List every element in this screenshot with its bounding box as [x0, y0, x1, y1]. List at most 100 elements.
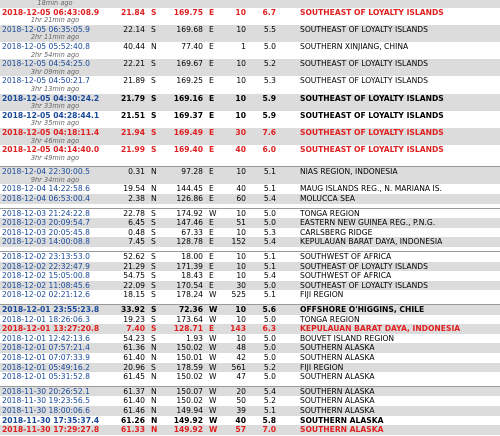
table-row[interactable]: 2018-11-30 19:23:56.5 61.40 N 150.02 W 50 5.2 S… [0, 396, 500, 406]
longitude: 178.59 [162, 362, 206, 373]
lon-hemisphere: E [206, 237, 220, 248]
event-datetime-link[interactable]: 2018-12-05 04:30:24.2 [0, 93, 110, 104]
event-datetime-link[interactable]: 2018-12-02 15:05:00.8 [0, 271, 110, 281]
event-datetime-link[interactable]: 2018-12-05 04:14:40.0 [0, 145, 110, 155]
table-row[interactable]: 2018-11-30 20:26:52.1 61.37 N 150.07 W 20 5.4 S… [0, 385, 500, 397]
event-datetime-link[interactable]: 2018-12-02 02:21:12.6 [0, 290, 110, 300]
event-datetime-link[interactable]: 2018-12-01 13:27:20.8 [0, 324, 110, 334]
event-datetime-link[interactable]: 2018-11-30 18:00:06.6 [0, 405, 110, 416]
table-row[interactable]: 2018-12-05 04:50:21.7 21.89 S 169.25 E 10 5.3 S… [0, 76, 500, 86]
table-row[interactable]: 2018-12-03 20:09:54.7 6.45 S 147.46 E 51 5.0 EA… [0, 218, 500, 228]
event-datetime-link[interactable]: 2018-12-04 06:53:00.4 [0, 194, 110, 204]
latitude: 61.36 [110, 343, 148, 353]
event-datetime-link[interactable]: 2018-11-30 19:23:56.5 [0, 396, 110, 406]
lat-hemisphere: S [148, 93, 162, 104]
table-row[interactable]: 2018-12-01 12:42:13.6 54.23 S 1.93 W 10 5.0 BOU… [0, 334, 500, 344]
time-ago-row: 3hr 49min ago [0, 155, 500, 163]
event-datetime-link[interactable]: 2018-12-05 06:43:08.9 [0, 8, 110, 18]
event-datetime-link[interactable]: 2018-12-02 23:13:53.0 [0, 251, 110, 262]
table-row[interactable]: 2018-12-01 07:57:21.4 61.36 N 150.02 W 48 5.0 S… [0, 343, 500, 353]
event-datetime-link[interactable]: 2018-12-01 07:07:33.9 [0, 353, 110, 363]
time-ago: 3hr 35min ago [30, 120, 80, 128]
magnitude: 5.1 [254, 251, 290, 262]
table-row[interactable]: 2018-12-01 18:26:06.3 19.23 S 173.64 W 10 5.0 T… [0, 315, 500, 325]
event-datetime-link[interactable]: 2018-12-01 05:31:52.8 [0, 372, 110, 382]
event-datetime-link[interactable]: 2018-12-01 23:55:23.8 [0, 303, 110, 315]
magnitude: 5.1 [263, 290, 276, 300]
latitude: 61.37 [110, 385, 148, 397]
table-row[interactable]: 2018-12-04 14:22:58.6 19.54 N 144.45 E 40 5.1 M… [0, 184, 500, 194]
event-datetime-link[interactable]: 2018-12-05 04:54:25.0 [0, 59, 110, 69]
table-row[interactable]: 2018-12-05 06:35:05.9 22.14 S 169.68 E 10 5.5 S… [0, 24, 500, 35]
table-row[interactable]: 2018-12-01 05:49:16.2 20.96 S 178.59 W 561 5.2… [0, 362, 500, 373]
magnitude: 5.6 [254, 303, 290, 315]
table-row[interactable]: 2018-12-01 13:27:20.8 7.40 S 128.71 E 143 6.3 K… [0, 324, 500, 334]
region-name: BOUVET ISLAND REGION [300, 333, 395, 343]
table-row[interactable]: 2018-12-03 21:24:22.8 22.78 S 174.92 W 10 5.0 T… [0, 207, 500, 219]
event-datetime-link[interactable]: 2018-12-01 18:26:06.3 [0, 315, 110, 325]
table-row[interactable]: 2018-12-02 22:32:47.9 21.29 S 171.39 E 10 5.1 S… [0, 261, 500, 272]
event-datetime-link[interactable]: 2018-12-02 11:08:45.6 [0, 280, 110, 291]
event-datetime-link[interactable]: 2018-12-05 04:18:11.4 [0, 127, 110, 138]
event-datetime-link[interactable]: 2018-12-01 05:49:16.2 [0, 362, 110, 373]
table-row[interactable]: 2018-12-02 23:13:53.0 52.62 S 18.00 E 10 5.1 SO… [0, 251, 500, 262]
table-row[interactable]: 2018-12-05 04:28:44.1 21.51 S 169.37 E 10 5.9 S… [0, 111, 500, 121]
magnitude: 5.0 [254, 343, 290, 353]
table-row[interactable]: 2018-11-30 17:29:27.8 61.33 N 149.92 W 57 7.0 S… [0, 425, 500, 435]
table-row[interactable]: 2018-12-01 23:55:23.8 33.92 S 72.36 W 10 5.6 OF… [0, 303, 500, 315]
time-ago: 3hr 13min ago [30, 85, 80, 93]
longitude: 169.16 [162, 93, 206, 104]
event-datetime-link[interactable]: 2018-12-03 20:09:54.7 [0, 218, 110, 228]
event-datetime-link[interactable]: 2018-11-30 17:29:27.8 [0, 425, 110, 435]
lon-hemisphere: W [209, 396, 217, 406]
magnitude: 6.0 [262, 145, 276, 155]
table-row[interactable]: 2018-12-05 04:18:11.4 21.94 S 169.49 E 30 7.6 S… [0, 127, 500, 138]
table-row[interactable]: 2018-12-04 06:53:00.4 2.38 N 126.86 E 60 5.4 MO… [0, 194, 500, 204]
event-datetime-link[interactable]: 2018-12-05 06:35:05.9 [0, 24, 110, 35]
table-row[interactable]: 2018-12-05 04:14:40.0 21.99 S 169.40 E 40 6.0 S… [0, 145, 500, 155]
event-datetime-link[interactable]: 2018-12-05 05:52:40.8 [0, 42, 110, 52]
event-datetime-link[interactable]: 2018-12-01 12:42:13.6 [0, 334, 110, 344]
event-datetime-link[interactable]: 2018-12-01 07:57:21.4 [0, 343, 110, 353]
lon-hemisphere: E [206, 24, 220, 35]
event-datetime-link[interactable]: 2018-11-30 20:26:52.1 [0, 385, 110, 397]
depth: 40 [235, 415, 246, 425]
event-datetime-link[interactable]: 2018-12-04 22:30:00.5 [0, 166, 110, 177]
longitude: 173.64 [176, 314, 203, 324]
magnitude: 5.0 [254, 207, 290, 219]
lon-hemisphere: W [206, 207, 220, 219]
table-row[interactable]: 2018-12-01 05:31:52.8 61.45 N 150.02 W 47 5.0 S… [0, 372, 500, 382]
event-datetime-link[interactable]: 2018-12-05 04:28:44.1 [0, 111, 110, 121]
table-row[interactable]: 2018-12-05 05:52:40.8 40.44 N 77.40 E 1 5.0 SOU… [0, 42, 500, 52]
event-datetime-link[interactable]: 2018-12-02 22:32:47.9 [0, 261, 110, 272]
event-datetime-link[interactable]: 2018-12-03 20:05:45.8 [0, 228, 110, 238]
latitude: 61.45 [123, 372, 145, 382]
event-datetime-link[interactable]: 2018-12-04 14:22:58.6 [0, 184, 110, 194]
table-row[interactable]: 2018-12-04 22:30:00.5 0.31 N 97.28 E 10 5.1 NIA… [0, 166, 500, 177]
latitude: 61.40 [123, 396, 145, 406]
table-row[interactable]: 2018-12-03 14:00:08.8 7.45 S 128.78 E 152 5.4 K… [0, 237, 500, 248]
event-datetime-link[interactable]: 2018-11-30 17:35:37.4 [0, 416, 110, 426]
table-row[interactable]: 2018-12-05 04:30:24.2 21.79 S 169.16 E 10 5.9 S… [0, 93, 500, 104]
latitude: 19.54 [123, 184, 145, 194]
event-datetime-link[interactable]: 2018-12-03 14:00:08.8 [0, 237, 110, 248]
latitude: 61.46 [110, 405, 148, 416]
table-row[interactable]: 2018-12-02 02:21:12.6 18.15 S 178.24 W 525 5.1… [0, 290, 500, 300]
table-row[interactable]: 2018-11-30 18:00:06.6 61.46 N 149.94 W 39 5.1 S… [0, 405, 500, 416]
table-row[interactable]: 2018-12-01 07:07:33.9 61.40 N 150.01 W 42 5.0 S… [0, 353, 500, 363]
event-datetime-link[interactable]: 2018-12-03 21:24:22.8 [0, 207, 110, 219]
longitude: 128.78 [162, 237, 206, 248]
table-row[interactable]: 2018-12-05 04:54:25.0 22.21 S 169.67 E 10 5.2 S… [0, 59, 500, 69]
lon-hemisphere: W [209, 314, 217, 324]
table-row[interactable]: 2018-12-02 11:08:45.6 22.09 S 170.54 E 30 5.0 S… [0, 280, 500, 291]
table-row[interactable]: 2018-12-05 06:43:08.9 21.84 S 169.75 E 10 6.7 S… [0, 8, 500, 18]
table-row[interactable]: 2018-12-02 15:05:00.8 54.75 S 18.43 E 10 5.4 SO… [0, 271, 500, 281]
region-name: EASTERN NEW GUINEA REG., P.N.G. [290, 218, 500, 228]
event-datetime-link[interactable]: 2018-12-05 04:50:21.7 [0, 76, 110, 86]
longitude: 18.00 [162, 251, 206, 262]
longitude: 169.67 [162, 59, 206, 69]
lon-hemisphere: E [209, 271, 214, 281]
lat-hemisphere: S [148, 127, 162, 138]
table-row[interactable]: 2018-11-30 17:35:37.4 61.26 N 149.92 W 40 5.8 S… [0, 416, 500, 426]
table-row[interactable]: 2018-12-03 20:05:45.8 0.48 S 67.33 E 10 5.3 CAR… [0, 228, 500, 238]
